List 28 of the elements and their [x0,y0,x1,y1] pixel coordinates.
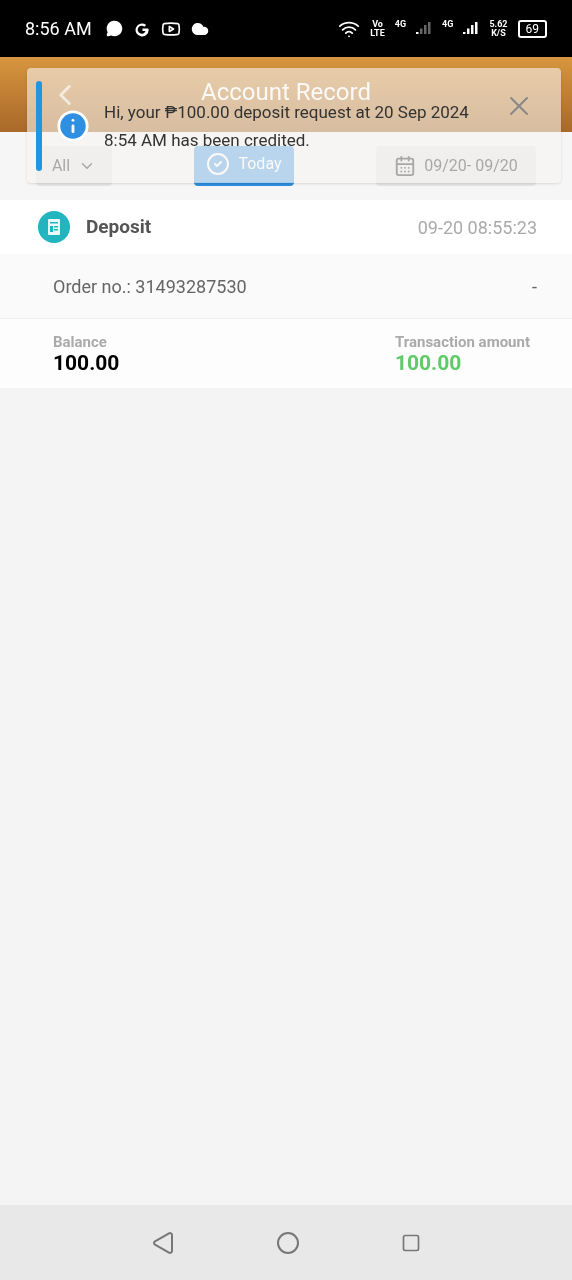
signal-icon [463,21,480,36]
network-label: 4G [394,18,407,31]
record-type: Deposit [86,213,153,240]
recent-apps-icon[interactable] [401,1232,422,1253]
date-range-button[interactable]: 09/20- 09/20 [376,146,536,186]
speed-label: 5.62 K/S [489,19,508,38]
amount-label: Transaction amount [394,332,530,351]
signal-icon [416,21,433,36]
receipt-icon [38,211,70,243]
home-icon[interactable] [276,1230,300,1255]
record-time: 09-20 08:55:23 [417,215,537,240]
network-label: 4G [442,18,454,31]
clock: 8:56 AM [25,17,92,41]
amount-value: 100.00 [394,350,463,375]
balance-value: 100.00 [53,350,121,375]
volte-label: Vo LTE [370,19,385,38]
check-circle-icon [206,152,231,176]
order-extra: - [532,274,537,299]
back-nav-icon[interactable] [150,1230,175,1255]
calendar-icon [394,155,417,177]
order-number: Order no.: 31493287530 [53,274,247,299]
battery-icon: 69 [517,19,547,38]
today-button[interactable]: Today [194,146,294,186]
balance-label: Balance [53,332,108,351]
page-title: Account Record [201,80,371,103]
chat-icon [105,20,123,37]
filter-label: All [51,155,71,177]
filter-dropdown[interactable]: All [36,146,112,186]
